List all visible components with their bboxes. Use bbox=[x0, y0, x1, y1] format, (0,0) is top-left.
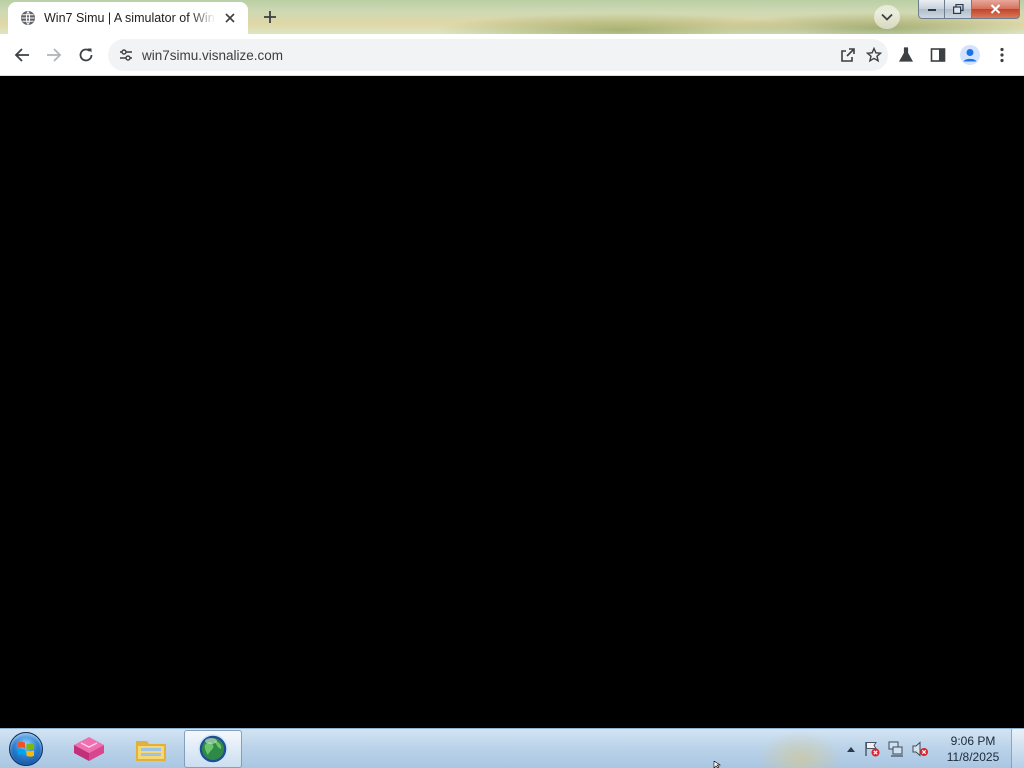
taskbar-app-explorer[interactable] bbox=[122, 730, 180, 768]
show-desktop-button[interactable] bbox=[1011, 729, 1024, 768]
window-controls bbox=[918, 0, 1022, 20]
tune-icon[interactable] bbox=[118, 47, 134, 63]
browser-tab[interactable]: Win7 Simu | A simulator of Windows 7 bbox=[8, 2, 248, 34]
profile-icon bbox=[960, 45, 980, 65]
browser-toolbar: win7simu.visnalize.com bbox=[0, 34, 1024, 76]
network-error-icon bbox=[888, 741, 903, 757]
taskbar-clock[interactable]: 9:06 PM 11/8/2025 bbox=[940, 733, 1006, 767]
tab-title: Win7 Simu | A simulator of Windows 7 bbox=[44, 11, 216, 25]
start-button[interactable] bbox=[6, 730, 46, 768]
flask-icon bbox=[898, 47, 914, 62]
flag-error-icon bbox=[865, 742, 880, 757]
restore-button[interactable] bbox=[945, 0, 972, 19]
page-viewport[interactable] bbox=[0, 77, 1024, 728]
tab-close-button[interactable] bbox=[222, 10, 238, 26]
taskbar-app-visnalize[interactable] bbox=[60, 730, 118, 768]
mouse-cursor-icon bbox=[713, 761, 721, 768]
taskbar: 9:06 PM 11/8/2025 bbox=[0, 728, 1024, 768]
show-hidden-icons-button[interactable] bbox=[844, 739, 858, 759]
close-icon bbox=[990, 4, 1001, 14]
tab-search-button[interactable] bbox=[874, 5, 900, 29]
browser-globe-icon bbox=[198, 734, 228, 764]
browser-menu-button[interactable] bbox=[990, 43, 1014, 67]
profile-button[interactable] bbox=[958, 43, 982, 67]
reload-button[interactable] bbox=[72, 41, 100, 69]
system-tray bbox=[844, 729, 934, 768]
forward-button[interactable] bbox=[40, 41, 68, 69]
minimize-button[interactable] bbox=[918, 0, 945, 19]
folder-icon bbox=[136, 741, 166, 761]
clock-date: 11/8/2025 bbox=[946, 750, 1000, 764]
new-tab-button[interactable] bbox=[256, 4, 284, 30]
triangle-up-icon bbox=[847, 747, 855, 752]
restore-icon bbox=[952, 4, 964, 14]
side-panel-icon bbox=[930, 48, 946, 62]
star-icon bbox=[866, 47, 882, 63]
reload-icon bbox=[79, 48, 93, 62]
arrow-right-icon bbox=[47, 48, 62, 62]
extensions-button[interactable] bbox=[894, 43, 918, 67]
close-window-button[interactable] bbox=[972, 0, 1020, 19]
kebab-menu-icon bbox=[1000, 47, 1004, 63]
pink-cube-icon bbox=[74, 737, 104, 761]
close-icon bbox=[225, 13, 235, 23]
globe-icon bbox=[21, 11, 35, 25]
plus-icon bbox=[264, 11, 276, 23]
browser-titlebar: Win7 Simu | A simulator of Windows 7 bbox=[0, 0, 1024, 34]
bookmark-button[interactable] bbox=[862, 43, 886, 67]
address-bar[interactable]: win7simu.visnalize.com bbox=[108, 39, 888, 71]
taskbar-app-browser[interactable] bbox=[184, 730, 242, 768]
volume-button[interactable] bbox=[910, 739, 930, 759]
back-button[interactable] bbox=[8, 41, 36, 69]
action-center-button[interactable] bbox=[862, 739, 882, 759]
windows-logo-icon bbox=[18, 741, 34, 757]
volume-muted-icon bbox=[912, 741, 928, 757]
url-text[interactable]: win7simu.visnalize.com bbox=[142, 48, 836, 63]
network-button[interactable] bbox=[886, 739, 906, 759]
share-button[interactable] bbox=[836, 43, 860, 67]
clock-time: 9:06 PM bbox=[950, 734, 996, 748]
side-panel-button[interactable] bbox=[926, 43, 950, 67]
minimize-icon bbox=[927, 9, 936, 11]
chevron-down-icon bbox=[881, 13, 893, 21]
arrow-left-icon bbox=[14, 48, 29, 62]
share-icon bbox=[841, 48, 855, 62]
